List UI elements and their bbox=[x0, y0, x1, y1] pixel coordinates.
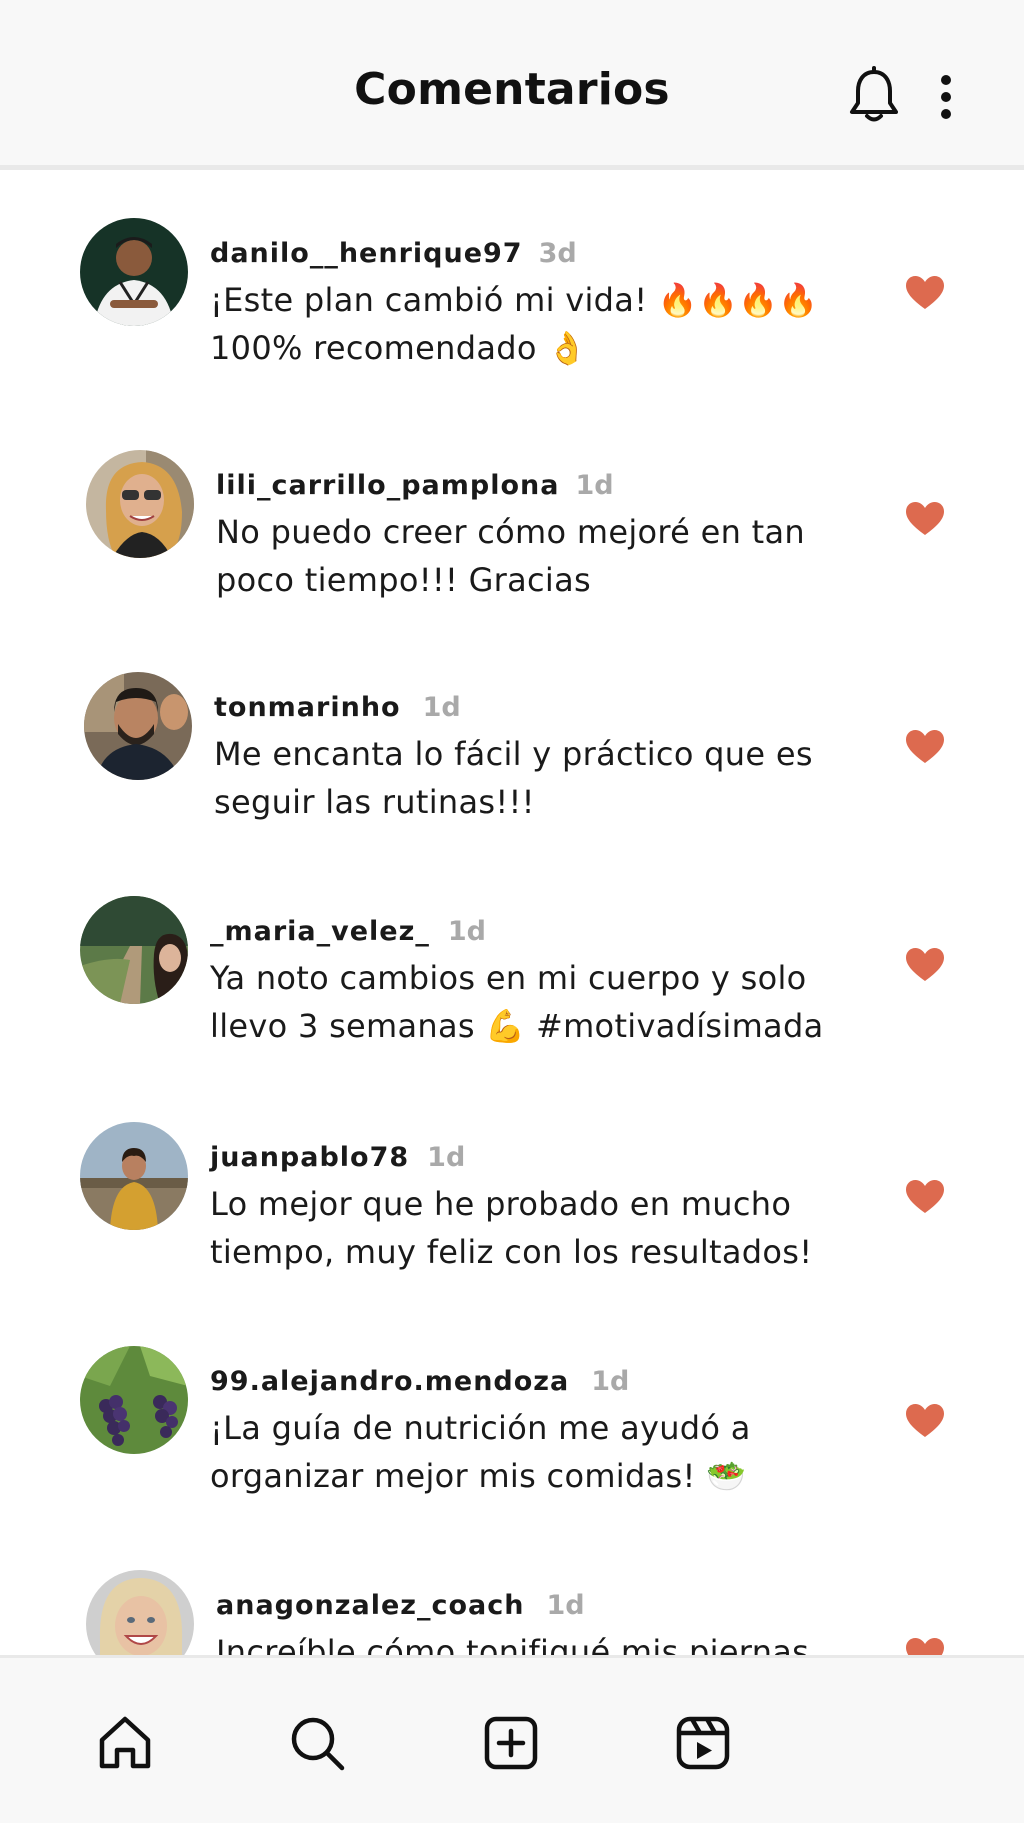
comment-item: _maria_velez_ 1d Ya noto cambios en mi cu… bbox=[0, 896, 1024, 1076]
username[interactable]: lili_carrillo_pamplona bbox=[216, 470, 559, 501]
comment-text-line: tiempo, muy feliz con los resultados! bbox=[210, 1233, 813, 1271]
home-icon[interactable] bbox=[96, 1714, 154, 1772]
comment-meta: juanpablo78 1d bbox=[210, 1142, 465, 1173]
comment-text: Increíble cómo tonifiqué mis piernas bbox=[216, 1628, 856, 1655]
like-heart-icon[interactable] bbox=[906, 1404, 944, 1438]
comment-text-line: ¡La guía de nutrición me ayudó a bbox=[210, 1409, 751, 1447]
more-options-icon[interactable] bbox=[930, 72, 962, 122]
comment-text-line: Increíble cómo tonifiqué mis piernas bbox=[216, 1633, 810, 1655]
comments-list[interactable]: danilo__henrique97 3d ¡Este plan cambió m… bbox=[0, 170, 1024, 1655]
comment-time: 1d bbox=[447, 916, 486, 947]
comment-text-line: llevo 3 semanas 💪 #motivadísimada bbox=[210, 1007, 824, 1045]
comment-item: juanpablo78 1d Lo mejor que he probado en… bbox=[0, 1122, 1024, 1302]
comment-time: 1d bbox=[422, 692, 461, 723]
avatar[interactable] bbox=[80, 896, 188, 1004]
comment-meta: 99.alejandro.mendoza 1d bbox=[210, 1366, 629, 1397]
comment-text: Ya noto cambios en mi cuerpo y solo llev… bbox=[210, 954, 850, 1050]
comment-time: 3d bbox=[538, 238, 577, 269]
comment-item: lili_carrillo_pamplona 1d No puedo creer … bbox=[0, 450, 1024, 630]
comment-text-line: Me encanta lo fácil y práctico que es bbox=[214, 735, 813, 773]
comment-time: 1d bbox=[546, 1590, 585, 1621]
comment-text-line: No puedo creer cómo mejoré en tan bbox=[216, 513, 805, 551]
comment-text-line: ¡Este plan cambió mi vida! 🔥🔥🔥🔥 bbox=[210, 281, 819, 319]
bell-icon[interactable] bbox=[846, 66, 902, 124]
avatar[interactable] bbox=[80, 218, 188, 326]
like-heart-icon[interactable] bbox=[906, 730, 944, 764]
avatar[interactable] bbox=[80, 1346, 188, 1454]
comment-text-line: seguir las rutinas!!! bbox=[214, 783, 535, 821]
like-heart-icon[interactable] bbox=[906, 1638, 944, 1655]
bottom-nav bbox=[0, 1655, 1024, 1823]
avatar[interactable] bbox=[86, 1570, 194, 1655]
username[interactable]: anagonzalez_coach bbox=[216, 1590, 524, 1621]
like-heart-icon[interactable] bbox=[906, 276, 944, 310]
avatar[interactable] bbox=[84, 672, 192, 780]
comment-text: No puedo creer cómo mejoré en tan poco t… bbox=[216, 508, 856, 604]
comment-item: tonmarinho 1d Me encanta lo fácil y práct… bbox=[0, 672, 1024, 852]
comment-text-line: organizar mejor mis comidas! 🥗 bbox=[210, 1457, 747, 1495]
search-icon[interactable] bbox=[288, 1714, 346, 1772]
comment-item: 99.alejandro.mendoza 1d ¡La guía de nutri… bbox=[0, 1346, 1024, 1526]
like-heart-icon[interactable] bbox=[906, 1180, 944, 1214]
comment-text-line: 100% recomendado 👌 bbox=[210, 329, 588, 367]
comment-meta: tonmarinho 1d bbox=[214, 692, 461, 723]
comment-item: danilo__henrique97 3d ¡Este plan cambió m… bbox=[0, 218, 1024, 398]
comment-time: 1d bbox=[591, 1366, 630, 1397]
header-bar: Comentarios bbox=[0, 0, 1024, 170]
avatar[interactable] bbox=[80, 1122, 188, 1230]
comment-text: ¡Este plan cambió mi vida! 🔥🔥🔥🔥 100% rec… bbox=[210, 276, 850, 372]
reels-icon[interactable] bbox=[674, 1714, 732, 1772]
username[interactable]: juanpablo78 bbox=[210, 1142, 409, 1173]
comment-text-line: poco tiempo!!! Gracias bbox=[216, 561, 592, 599]
comment-meta: anagonzalez_coach 1d bbox=[216, 1590, 585, 1621]
comment-item: anagonzalez_coach 1d Increíble cómo tonif… bbox=[0, 1570, 1024, 1655]
comment-text: Lo mejor que he probado en mucho tiempo,… bbox=[210, 1180, 850, 1276]
add-post-icon[interactable] bbox=[482, 1714, 540, 1772]
comment-text-line: Ya noto cambios en mi cuerpo y solo bbox=[210, 959, 807, 997]
like-heart-icon[interactable] bbox=[906, 948, 944, 982]
comment-meta: danilo__henrique97 3d bbox=[210, 238, 577, 269]
comment-text: Me encanta lo fácil y práctico que es se… bbox=[214, 730, 854, 826]
username[interactable]: 99.alejandro.mendoza bbox=[210, 1366, 569, 1397]
comment-text: ¡La guía de nutrición me ayudó a organiz… bbox=[210, 1404, 850, 1500]
comment-meta: lili_carrillo_pamplona 1d bbox=[216, 470, 614, 501]
username[interactable]: danilo__henrique97 bbox=[210, 238, 523, 269]
username[interactable]: _maria_velez_ bbox=[210, 916, 430, 947]
comment-time: 1d bbox=[575, 470, 614, 501]
like-heart-icon[interactable] bbox=[906, 502, 944, 536]
comment-meta: _maria_velez_ 1d bbox=[210, 916, 486, 947]
username[interactable]: tonmarinho bbox=[214, 692, 401, 723]
avatar[interactable] bbox=[86, 450, 194, 558]
comment-text-line: Lo mejor que he probado en mucho bbox=[210, 1185, 792, 1223]
comment-time: 1d bbox=[427, 1142, 466, 1173]
